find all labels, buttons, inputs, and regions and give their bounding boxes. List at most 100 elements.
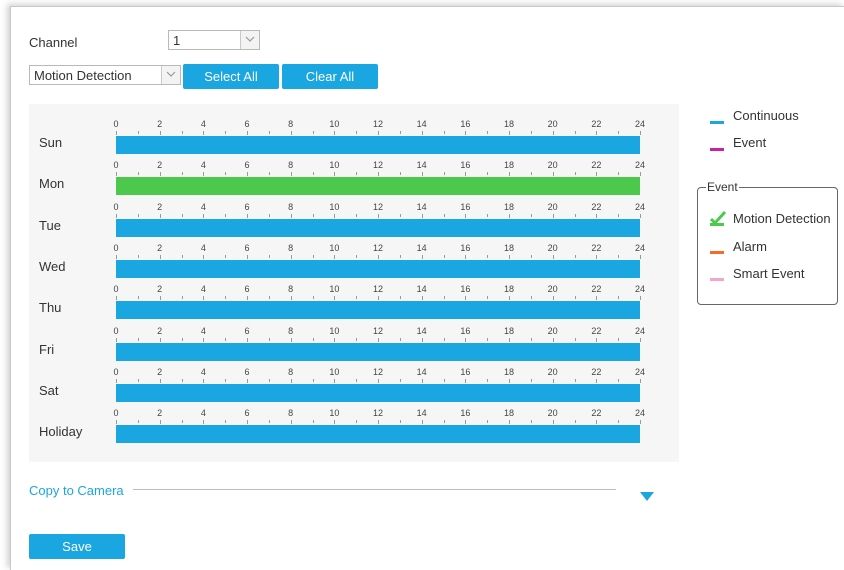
tick-label: 14 (416, 119, 427, 129)
tick-label: 20 (547, 284, 558, 294)
clear-all-button[interactable]: Clear All (282, 64, 378, 89)
tick-label: 12 (372, 408, 384, 418)
tick-mark (160, 338, 161, 342)
tick-mark (116, 172, 117, 176)
tick-mark (247, 338, 248, 342)
tick-mark (116, 379, 117, 383)
tick-mark (160, 296, 161, 300)
tick-mark (400, 172, 401, 175)
tick-label: 22 (591, 326, 602, 336)
legend-continuous-label: Continuous (733, 108, 799, 123)
day-label: Holiday (39, 424, 83, 439)
tick-mark (596, 255, 597, 259)
tick-mark (465, 255, 466, 259)
tick-mark (378, 255, 379, 259)
tick-mark (465, 420, 466, 424)
tick-mark (334, 172, 335, 176)
tick-mark (313, 255, 314, 258)
tick-label: 24 (634, 367, 646, 377)
tick-label: 14 (416, 202, 427, 212)
tick-mark (334, 379, 335, 383)
tick-mark (138, 296, 139, 299)
tick-mark (531, 131, 532, 134)
expand-triangle-icon[interactable] (640, 488, 654, 506)
schedule-bar-sun[interactable] (116, 136, 640, 154)
tick-mark (531, 338, 532, 341)
tick-label: 8 (288, 408, 294, 418)
legend-alarm-label[interactable]: Alarm (733, 239, 767, 254)
tick-label: 16 (460, 243, 471, 253)
record-mode-select[interactable]: Motion Detection (29, 65, 181, 85)
tick-label: 16 (460, 326, 471, 336)
schedule-bar-fri[interactable] (116, 343, 640, 361)
tick-mark (553, 379, 554, 383)
day-label: Sun (39, 135, 63, 150)
tick-label: 16 (460, 408, 471, 418)
tick-label: 10 (329, 326, 340, 336)
tick-mark (247, 172, 248, 176)
tick-mark (531, 172, 532, 175)
tick-mark (465, 338, 466, 342)
tick-mark (596, 379, 597, 383)
check-icon (709, 210, 727, 231)
tick-mark (160, 379, 161, 383)
tick-mark (618, 420, 619, 423)
tick-label: 14 (416, 243, 427, 253)
copy-to-camera-link[interactable]: Copy to Camera (29, 483, 124, 498)
tick-mark (444, 131, 445, 134)
channel-select[interactable]: 1 (168, 30, 260, 50)
tick-label: 4 (200, 367, 206, 377)
tick-mark (291, 420, 292, 424)
tick-mark (356, 379, 357, 382)
tick-mark (378, 379, 379, 383)
tick-label: 20 (547, 326, 558, 336)
tick-mark (444, 420, 445, 423)
save-button[interactable]: Save (29, 534, 125, 559)
tick-label: 12 (372, 367, 384, 377)
tick-label: 12 (372, 284, 384, 294)
tick-mark (247, 131, 248, 135)
day-label: Fri (39, 342, 55, 357)
tick-mark (618, 172, 619, 175)
tick-mark (247, 214, 248, 218)
tick-mark (269, 296, 270, 299)
tick-mark (378, 296, 379, 300)
day-label: Tue (39, 218, 61, 233)
tick-mark (291, 379, 292, 383)
event-swatch (710, 148, 724, 151)
event-legend-group: Event (697, 180, 838, 305)
select-all-button[interactable]: Select All (183, 64, 279, 89)
schedule-bar-holiday[interactable] (116, 425, 640, 443)
tick-label: 0 (113, 202, 119, 212)
tick-mark (509, 255, 510, 259)
tick-mark (225, 172, 226, 175)
tick-label: 24 (634, 326, 646, 336)
tick-mark (356, 172, 357, 175)
tick-mark (160, 255, 161, 259)
tick-mark (444, 255, 445, 258)
schedule-bar-thu[interactable] (116, 301, 640, 319)
schedule-bar-sat[interactable] (116, 384, 640, 402)
schedule-panel (29, 104, 679, 462)
tick-label: 4 (200, 119, 206, 129)
tick-mark (640, 255, 641, 259)
tick-mark (225, 214, 226, 217)
schedule-bar-mon[interactable] (116, 177, 640, 195)
schedule-bar-wed[interactable] (116, 260, 640, 278)
schedule-bar-tue[interactable] (116, 219, 640, 237)
tick-mark (465, 214, 466, 218)
tick-label: 4 (200, 243, 206, 253)
tick-label: 20 (547, 367, 558, 377)
tick-mark (618, 338, 619, 341)
tick-mark (225, 379, 226, 382)
legend-motion-detection-label[interactable]: Motion Detection (733, 211, 831, 226)
tick-mark (422, 296, 423, 300)
tick-mark (116, 420, 117, 424)
legend-smart-event-label[interactable]: Smart Event (733, 266, 805, 281)
tick-mark (313, 172, 314, 175)
tick-mark (182, 420, 183, 423)
tick-label: 2 (157, 284, 163, 294)
tick-label: 22 (591, 367, 602, 377)
tick-label: 0 (113, 284, 119, 294)
tick-mark (269, 172, 270, 175)
